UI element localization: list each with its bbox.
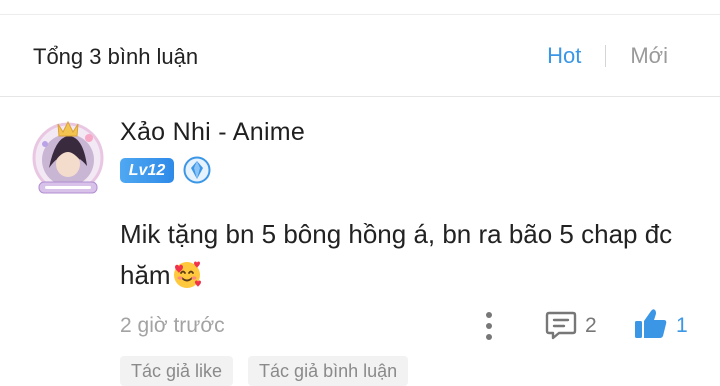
tag-author-liked: Tác giả like xyxy=(120,356,234,386)
level-badge: Lv12 xyxy=(120,158,174,183)
gem-badge-icon xyxy=(183,156,211,184)
smiling-face-with-hearts-icon xyxy=(171,258,203,290)
sort-tabs: Hot Mới xyxy=(547,43,668,69)
sort-new-tab[interactable]: Mới xyxy=(630,43,668,69)
comments-header: Tổng 3 bình luận Hot Mới xyxy=(0,15,720,97)
header-divider xyxy=(0,96,720,97)
sort-hot-tab[interactable]: Hot xyxy=(547,43,581,69)
comment-username[interactable]: Xảo Nhi - Anime xyxy=(120,118,305,147)
comment-total-title: Tổng 3 bình luận xyxy=(33,44,199,69)
tag-author-commented: Tác giả bình luận xyxy=(248,356,409,386)
sort-divider xyxy=(605,45,607,67)
thumbs-up-icon[interactable] xyxy=(633,307,669,341)
reply-count: 2 xyxy=(585,314,597,337)
comment-reply-icon[interactable] xyxy=(545,310,577,340)
comment-text-content: Mik tặng bn 5 bông hồng á, bn ra bão 5 c… xyxy=(120,219,673,290)
avatar[interactable] xyxy=(27,116,109,198)
more-vertical-icon[interactable] xyxy=(482,311,496,341)
comment-tags: Tác giả like Tác giả bình luận xyxy=(120,356,409,386)
like-count: 1 xyxy=(676,314,688,337)
avatar-frame-icon xyxy=(32,120,104,194)
comment-text: Mik tặng bn 5 bông hồng á, bn ra bão 5 c… xyxy=(120,214,700,296)
comment-time: 2 giờ trước xyxy=(120,314,225,337)
